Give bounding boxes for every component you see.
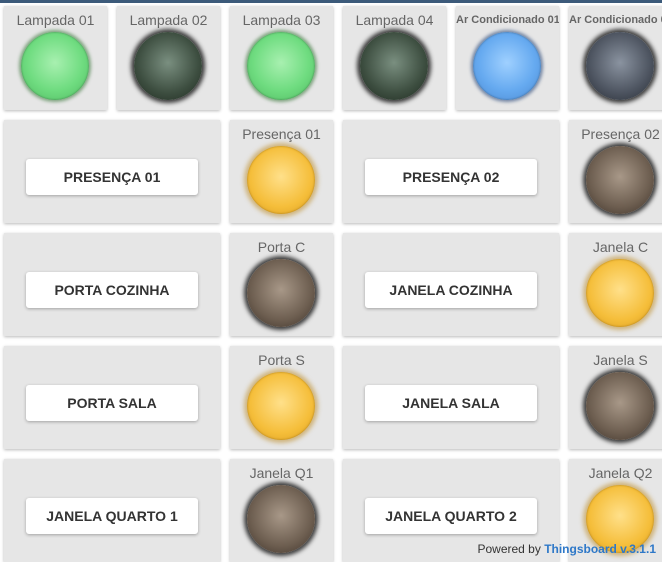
led-indicator-janela-q1 (247, 485, 315, 553)
button-card: PORTA SALA (4, 346, 220, 449)
lamp-label: Lampada 02 (129, 12, 208, 28)
janela-sala-button[interactable]: JANELA SALA (365, 385, 537, 421)
led-label: Janela Q2 (588, 465, 653, 481)
led-indicator-lamp-03 (247, 32, 315, 100)
presenca-02-button[interactable]: PRESENÇA 02 (365, 159, 537, 195)
led-card: Janela C (569, 233, 662, 336)
lamp-card-04: Lampada 04 (343, 6, 446, 110)
porta-cozinha-button[interactable]: PORTA COZINHA (26, 272, 198, 308)
ac-card-01: Ar Condicionado 01 (456, 6, 559, 110)
led-indicator-janela-s (586, 372, 654, 440)
top-bar (0, 0, 662, 3)
led-label: Janela Q1 (249, 465, 314, 481)
porta-sala-button[interactable]: PORTA SALA (26, 385, 198, 421)
led-indicator-janela-c (586, 259, 654, 327)
led-label: Porta S (258, 352, 305, 368)
janela-cozinha-button[interactable]: JANELA COZINHA (365, 272, 537, 308)
led-indicator-lamp-01 (21, 32, 89, 100)
led-label: Janela C (592, 239, 649, 255)
ac-label: Ar Condicionado 01 (456, 14, 559, 26)
led-label: Porta C (257, 239, 306, 255)
footer-prefix: Powered by (477, 542, 541, 556)
lamp-label: Lampada 03 (242, 12, 321, 28)
presenca-01-button[interactable]: PRESENÇA 01 (26, 159, 198, 195)
led-label: Presença 02 (581, 126, 660, 142)
button-card: PRESENÇA 02 (343, 120, 559, 223)
led-card: Porta C (230, 233, 333, 336)
button-card: PRESENÇA 01 (4, 120, 220, 223)
janela-quarto-1-button[interactable]: JANELA QUARTO 1 (26, 498, 198, 534)
ac-card-02: Ar Condicionado 02 (569, 6, 662, 110)
led-card: Porta S (230, 346, 333, 449)
lamp-label: Lampada 01 (16, 12, 95, 28)
led-indicator-porta-c (247, 259, 315, 327)
button-card: JANELA QUARTO 1 (4, 459, 220, 562)
thingsboard-link[interactable]: Thingsboard v.3.1.1 (544, 542, 656, 556)
led-card: Janela Q1 (230, 459, 333, 562)
lamp-card-01: Lampada 01 (4, 6, 107, 110)
led-card: Janela S (569, 346, 662, 449)
led-card: Presença 01 (230, 120, 333, 223)
led-indicator-lamp-02 (134, 32, 202, 100)
lamp-label: Lampada 04 (355, 12, 434, 28)
button-card: JANELA SALA (343, 346, 559, 449)
led-indicator-ac-01 (473, 32, 541, 100)
lamp-card-03: Lampada 03 (230, 6, 333, 110)
led-card: Presença 02 (569, 120, 662, 223)
led-label: Janela S (593, 352, 648, 368)
led-indicator-ac-02 (586, 32, 654, 100)
led-indicator-porta-s (247, 372, 315, 440)
led-label: Presença 01 (242, 126, 321, 142)
ac-label: Ar Condicionado 02 (569, 14, 662, 26)
led-indicator-presenca-02 (586, 146, 654, 214)
button-card: JANELA COZINHA (343, 233, 559, 336)
janela-quarto-2-button[interactable]: JANELA QUARTO 2 (365, 498, 537, 534)
footer: Powered by Thingsboard v.3.1.1 (477, 542, 656, 556)
led-indicator-lamp-04 (360, 32, 428, 100)
lamp-card-02: Lampada 02 (117, 6, 220, 110)
led-indicator-presenca-01 (247, 146, 315, 214)
button-card: PORTA COZINHA (4, 233, 220, 336)
